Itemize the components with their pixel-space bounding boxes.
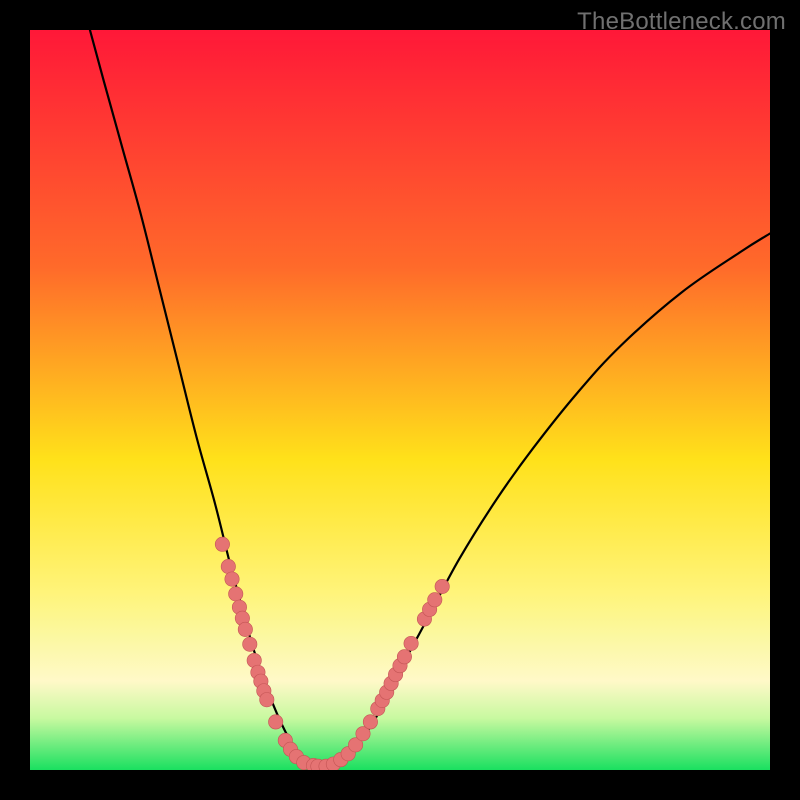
data-marker: [229, 587, 243, 601]
chart-svg: [30, 30, 770, 770]
data-marker: [363, 715, 377, 729]
data-marker: [435, 579, 449, 593]
data-marker: [404, 636, 418, 650]
data-marker: [215, 537, 229, 551]
data-marker: [428, 593, 442, 607]
chart-frame: TheBottleneck.com: [0, 0, 800, 800]
data-marker: [268, 715, 282, 729]
data-marker: [243, 637, 257, 651]
data-marker: [221, 559, 235, 573]
data-marker: [238, 622, 252, 636]
data-marker: [225, 572, 239, 586]
watermark-text: TheBottleneck.com: [577, 8, 786, 36]
data-marker: [260, 693, 274, 707]
data-marker: [397, 650, 411, 664]
plot-area: [30, 30, 770, 770]
